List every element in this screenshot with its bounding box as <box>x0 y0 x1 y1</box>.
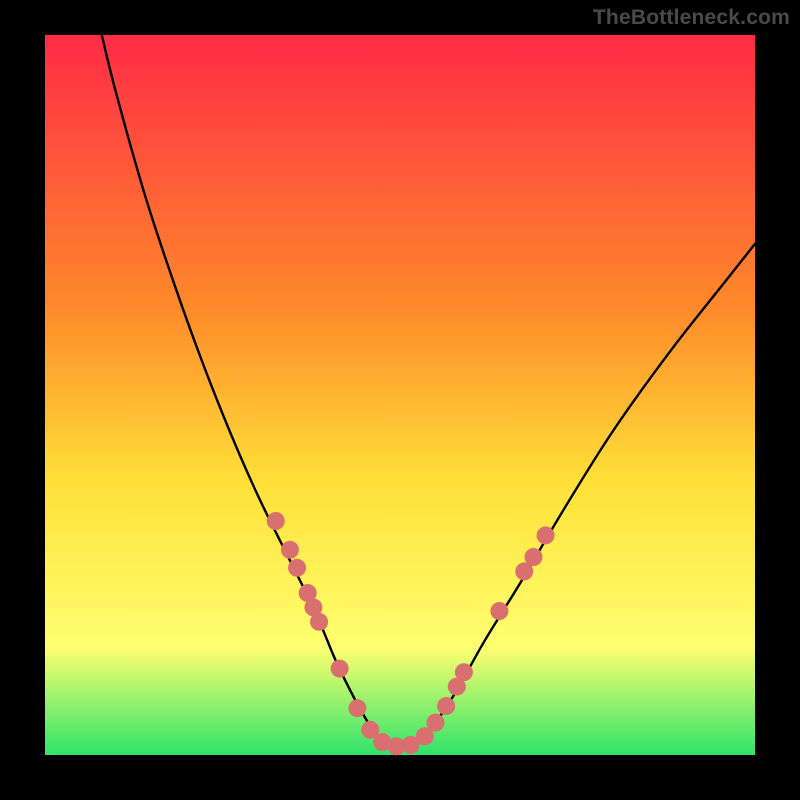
data-marker <box>427 714 445 732</box>
data-marker <box>455 663 473 681</box>
data-marker <box>348 699 366 717</box>
chart-frame: { "watermark": "TheBottleneck.com", "col… <box>0 0 800 800</box>
data-marker <box>437 697 455 715</box>
plot-background <box>45 35 755 755</box>
data-marker <box>490 602 508 620</box>
data-marker <box>288 559 306 577</box>
bottleneck-chart <box>0 0 800 800</box>
data-marker <box>537 526 555 544</box>
watermark-text: TheBottleneck.com <box>593 6 790 30</box>
data-marker <box>524 548 542 566</box>
data-marker <box>310 613 328 631</box>
data-marker <box>281 541 299 559</box>
data-marker <box>331 660 349 678</box>
data-marker <box>267 512 285 530</box>
